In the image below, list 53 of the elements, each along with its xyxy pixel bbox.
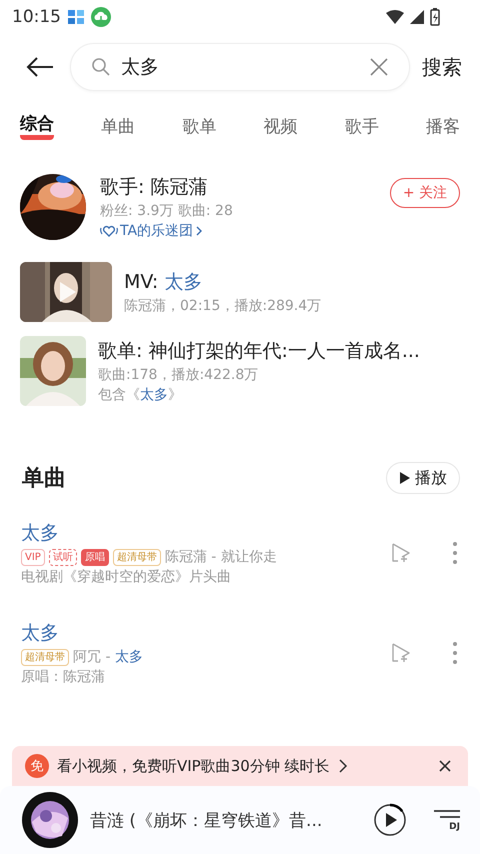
playlist-button[interactable]: DJ [434,808,460,832]
artist-name: 歌手: 陈冠蒲 [100,175,208,200]
mv-title[interactable]: MV: 太多 [124,269,322,295]
search-field[interactable]: 太多 [70,43,410,91]
chevron-icon [195,226,204,236]
heart-icon [100,224,118,238]
dj-label: DJ [449,822,460,832]
section-title: 单曲 [22,465,66,493]
playlist-contains: 包含《太多》 [98,386,183,404]
tag: VIP [21,548,45,566]
song-title[interactable]: 太多 [21,620,348,646]
promo-banner[interactable]: 免 看小视频，免费听VIP歌曲30分钟 续时长 [12,746,468,786]
tag: 超清母带 [21,648,69,666]
playlist-title[interactable]: 歌单: 神仙打架的年代:一人一首成名... [98,338,420,364]
status-time: 10:15 [12,7,61,27]
tag: 试听 [48,548,77,566]
song-note: 电视剧《穿越时空的爱恋》片头曲 [21,568,232,586]
song-artist-album: 陈冠蒲 - 就让你走 [164,548,277,566]
promo-text: 看小视频，免费听VIP歌曲30分钟 续时长 [57,756,330,776]
clear-icon[interactable] [369,57,389,77]
tag: 超清母带 [112,548,161,566]
song-artist-album: 阿冗 - 太多 [73,648,143,666]
grid-app-icon [67,8,85,26]
tab[interactable]: 视频 [264,114,298,138]
wifi-icon [386,10,404,24]
tab[interactable]: 歌手 [344,114,379,138]
signal-icon [410,10,424,24]
playlist-meta: 歌曲:178，播放:422.8万 [98,366,260,384]
follow-button[interactable]: + 关注 [390,178,460,208]
tag: 原唱 [80,548,109,566]
song-note: 原唱：陈冠蒲 [21,668,106,686]
tab[interactable]: 综合 [20,112,54,140]
search-text: 太多 [121,55,160,80]
battery-icon [430,8,440,26]
tab[interactable]: 播客 [426,114,460,138]
now-playing-title[interactable]: 昔涟 (《崩坏：星穹铁道》昔... [90,808,360,832]
search-icon [91,57,111,77]
cloud-download-icon [91,7,111,27]
tab[interactable]: 单曲 [101,114,136,138]
tab[interactable]: 歌单 [182,114,216,138]
play-all-button[interactable]: 播放 [386,462,460,494]
free-badge: 免 [25,754,49,778]
mv-meta: 陈冠蒲，02:15，播放:289.4万 [124,297,322,315]
play-icon [399,471,411,485]
more-icon[interactable] [452,541,458,565]
artist-stats: 粉丝: 3.9万 歌曲: 28 [100,202,234,220]
search-button[interactable]: 搜索 [422,54,462,80]
fan-club-link[interactable]: TA的乐迷团 [100,222,376,240]
song-title[interactable]: 太多 [21,520,348,546]
chevron-icon [338,759,348,773]
more-icon[interactable] [452,641,458,665]
play-button[interactable] [372,802,408,838]
close-icon[interactable] [438,759,452,773]
